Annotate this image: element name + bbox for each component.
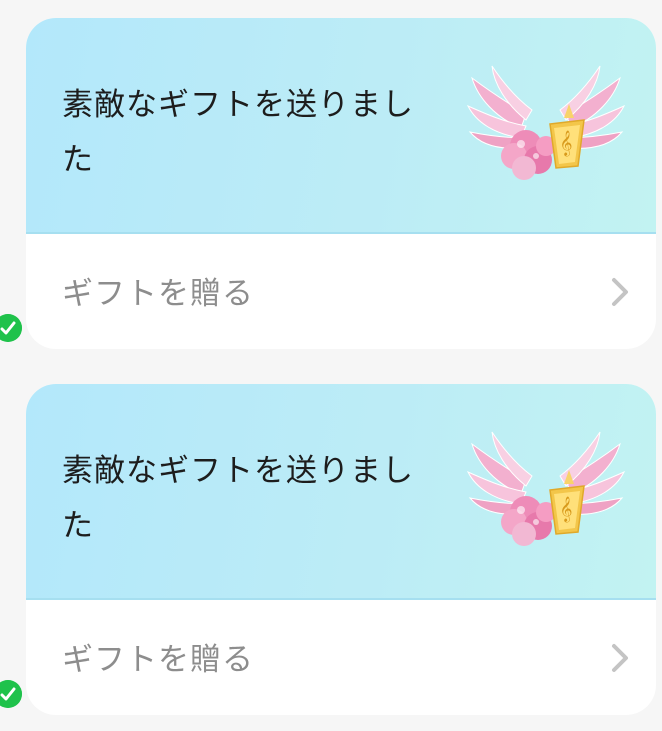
send-gift-button[interactable]: ギフトを贈る	[26, 234, 656, 349]
sent-check-icon	[0, 314, 22, 342]
send-gift-label: ギフトを贈る	[62, 642, 254, 678]
chat-feed: 素敵なギフトを送りました ギフトを贈る 素敵なギフトを送りました ギフトを贈る	[0, 0, 662, 731]
gift-message-header: 素敵なギフトを送りました	[26, 384, 656, 600]
chevron-right-icon	[612, 644, 628, 672]
gift-image	[466, 58, 626, 188]
gift-message-card: 素敵なギフトを送りました ギフトを贈る	[26, 18, 656, 349]
send-gift-button[interactable]: ギフトを贈る	[26, 600, 656, 715]
gift-message-text: 素敵なギフトを送りました	[62, 453, 414, 544]
gift-message-card: 素敵なギフトを送りました ギフトを贈る	[26, 384, 656, 715]
gift-image	[466, 424, 626, 554]
gift-message-header: 素敵なギフトを送りました	[26, 18, 656, 234]
gift-message-text: 素敵なギフトを送りました	[62, 87, 414, 178]
chevron-right-icon	[612, 278, 628, 306]
send-gift-label: ギフトを贈る	[62, 276, 254, 312]
sent-check-icon	[0, 680, 22, 708]
